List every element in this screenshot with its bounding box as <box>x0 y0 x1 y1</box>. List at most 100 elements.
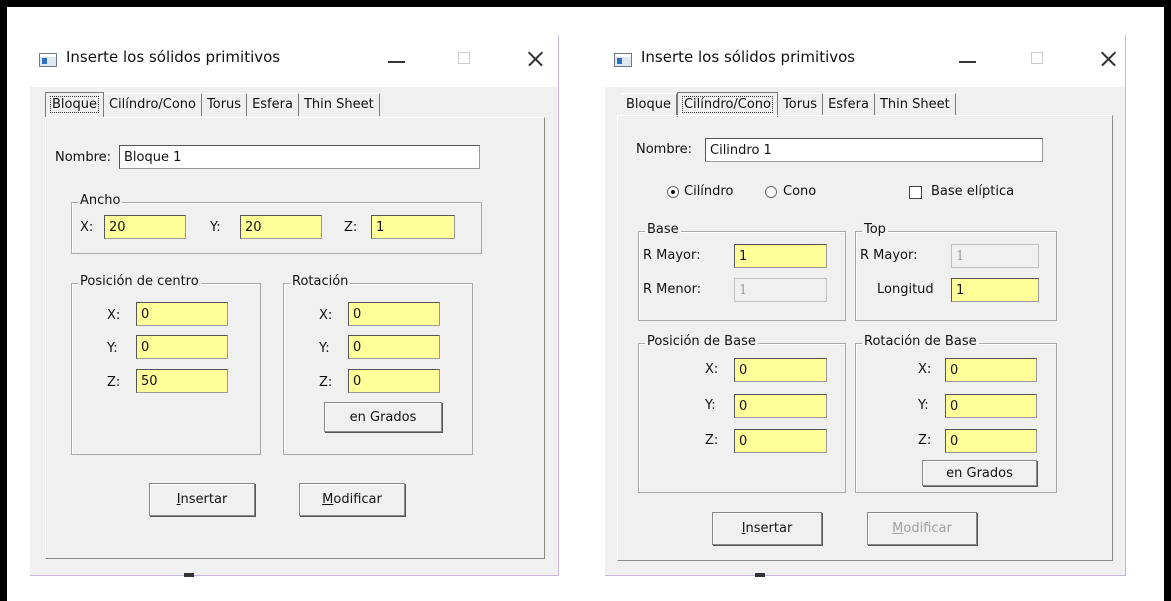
modificar-button: Modificar <box>867 512 977 545</box>
base-group: Base R Mayor: R Menor: <box>638 222 846 321</box>
rotacion-base-group: Rotación de Base X: Y: Z: en Grados <box>855 334 1057 493</box>
z-label: Z: <box>918 433 932 448</box>
window-title: Inserte los sólidos primitivos <box>66 48 281 66</box>
x-label: X: <box>80 220 94 235</box>
tab-label: Bloque <box>50 96 99 113</box>
modificar-label: odificar <box>903 521 952 536</box>
modificar-button[interactable]: Modificar <box>299 483 405 516</box>
radio-cilindro-label: Cilíndro <box>684 184 734 199</box>
radio-cono[interactable] <box>765 186 777 198</box>
nombre-label: Nombre: <box>55 150 112 165</box>
window-title: Inserte los sólidos primitivos <box>641 48 856 66</box>
nombre-input[interactable] <box>705 138 1043 162</box>
modificar-label: odificar <box>333 492 382 507</box>
modificar-accel: M <box>322 492 334 507</box>
insertar-button[interactable]: Insertar <box>712 512 822 545</box>
ancho-y-input[interactable] <box>240 215 322 239</box>
rotacion-base-z-input[interactable] <box>945 429 1037 453</box>
base-rmayor-input[interactable] <box>734 244 827 268</box>
insertar-button[interactable]: Insertar <box>149 483 255 516</box>
nombre-input[interactable] <box>119 145 480 169</box>
y-label: Y: <box>918 398 929 413</box>
en-grados-button[interactable]: en Grados <box>922 460 1037 486</box>
x-label: X: <box>705 362 719 377</box>
group-title: Rotación de Base <box>862 334 979 349</box>
x-label: X: <box>319 308 333 323</box>
posicion-base-x-input[interactable] <box>734 358 827 382</box>
z-label: Z: <box>319 375 333 390</box>
app-window-icon <box>39 53 57 67</box>
group-title: Posición de Base <box>645 334 758 349</box>
group-title: Posición de centro <box>78 274 201 289</box>
posicion-z-input[interactable] <box>136 369 228 393</box>
group-title: Top <box>862 222 888 237</box>
radio-cono-label: Cono <box>783 184 817 199</box>
insertar-label: nsertar <box>180 492 228 507</box>
screen-frame-right <box>1164 0 1171 601</box>
rotacion-z-input[interactable] <box>348 369 440 393</box>
longitud-input[interactable] <box>951 278 1039 302</box>
tab-torus[interactable]: Torus <box>202 93 248 116</box>
rmayor-label: R Mayor: <box>860 248 918 263</box>
minimize-icon[interactable] <box>953 44 983 74</box>
title-bar[interactable]: Inserte los sólidos primitivos <box>605 35 1125 87</box>
tab-esfera[interactable]: Esfera <box>823 93 875 116</box>
y-label: Y: <box>705 398 716 413</box>
tab-cilindro-cono[interactable]: Cilíndro/Cono <box>103 93 203 116</box>
y-label: Y: <box>210 220 221 235</box>
modificar-accel: M <box>892 521 904 536</box>
insertar-label: nsertar <box>745 521 793 536</box>
tab-torus[interactable]: Torus <box>778 93 824 116</box>
posicion-base-group: Posición de Base X: Y: Z: <box>638 334 846 493</box>
posicion-base-z-input[interactable] <box>734 429 827 453</box>
base-rmenor-input <box>734 278 827 302</box>
group-title: Rotación <box>290 274 351 289</box>
rmayor-label: R Mayor: <box>643 248 701 263</box>
tab-esfera[interactable]: Esfera <box>247 93 299 116</box>
x-label: X: <box>107 308 121 323</box>
tab-strip: Bloque Cilíndro/Cono Torus Esfera Thin Sheet <box>621 92 956 117</box>
rotacion-base-x-input[interactable] <box>945 358 1037 382</box>
top-group: Top R Mayor: Longitud <box>855 222 1057 321</box>
tab-panel-bloque: Nombre: Ancho X: Y: Z: Posición de centr… <box>45 117 545 559</box>
z-label: Z: <box>705 433 719 448</box>
close-icon[interactable] <box>520 44 550 74</box>
rotacion-y-input[interactable] <box>348 335 440 359</box>
window-edge-mark <box>184 573 194 577</box>
posicion-base-y-input[interactable] <box>734 394 827 418</box>
right-dialog-window: Inserte los sólidos primitivos Bloque Cil… <box>605 35 1126 577</box>
maximize-icon <box>1023 44 1053 74</box>
en-grados-button[interactable]: en Grados <box>324 402 442 432</box>
rotacion-base-y-input[interactable] <box>945 394 1037 418</box>
tab-thin-sheet[interactable]: Thin Sheet <box>298 93 380 116</box>
z-label: Z: <box>344 220 358 235</box>
posicion-y-input[interactable] <box>136 335 228 359</box>
z-label: Z: <box>107 375 121 390</box>
title-bar[interactable]: Inserte los sólidos primitivos <box>30 35 558 87</box>
minimize-icon[interactable] <box>382 44 412 74</box>
left-dialog-window: Inserte los sólidos primitivos Bloque Cil… <box>30 35 559 577</box>
tab-bloque[interactable]: Bloque <box>621 93 677 116</box>
rmenor-label: R Menor: <box>643 282 702 297</box>
group-title: Base <box>645 222 681 237</box>
posicion-centro-group: Posición de centro X: Y: Z: <box>71 274 261 455</box>
ancho-x-input[interactable] <box>104 215 186 239</box>
rotacion-x-input[interactable] <box>348 302 440 326</box>
x-label: X: <box>918 362 932 377</box>
group-title: Ancho <box>78 193 123 208</box>
rotacion-group: Rotación X: Y: Z: en Grados <box>283 274 473 455</box>
window-edge-mark <box>755 573 765 577</box>
tab-cilindro-cono[interactable]: Cilíndro/Cono <box>676 92 779 117</box>
base-eliptica-checkbox[interactable] <box>909 186 922 199</box>
radio-cilindro[interactable] <box>667 186 679 198</box>
tab-label: Cilíndro/Cono <box>681 96 774 113</box>
tab-thin-sheet[interactable]: Thin Sheet <box>874 93 956 116</box>
ancho-group: Ancho X: Y: Z: <box>71 193 482 254</box>
screen-frame-top <box>0 0 1171 7</box>
app-window-icon <box>614 53 632 67</box>
posicion-x-input[interactable] <box>136 302 228 326</box>
tab-bloque[interactable]: Bloque <box>45 92 104 117</box>
top-rmayor-input <box>951 244 1039 268</box>
ancho-z-input[interactable] <box>371 215 455 239</box>
close-icon[interactable] <box>1093 44 1123 74</box>
